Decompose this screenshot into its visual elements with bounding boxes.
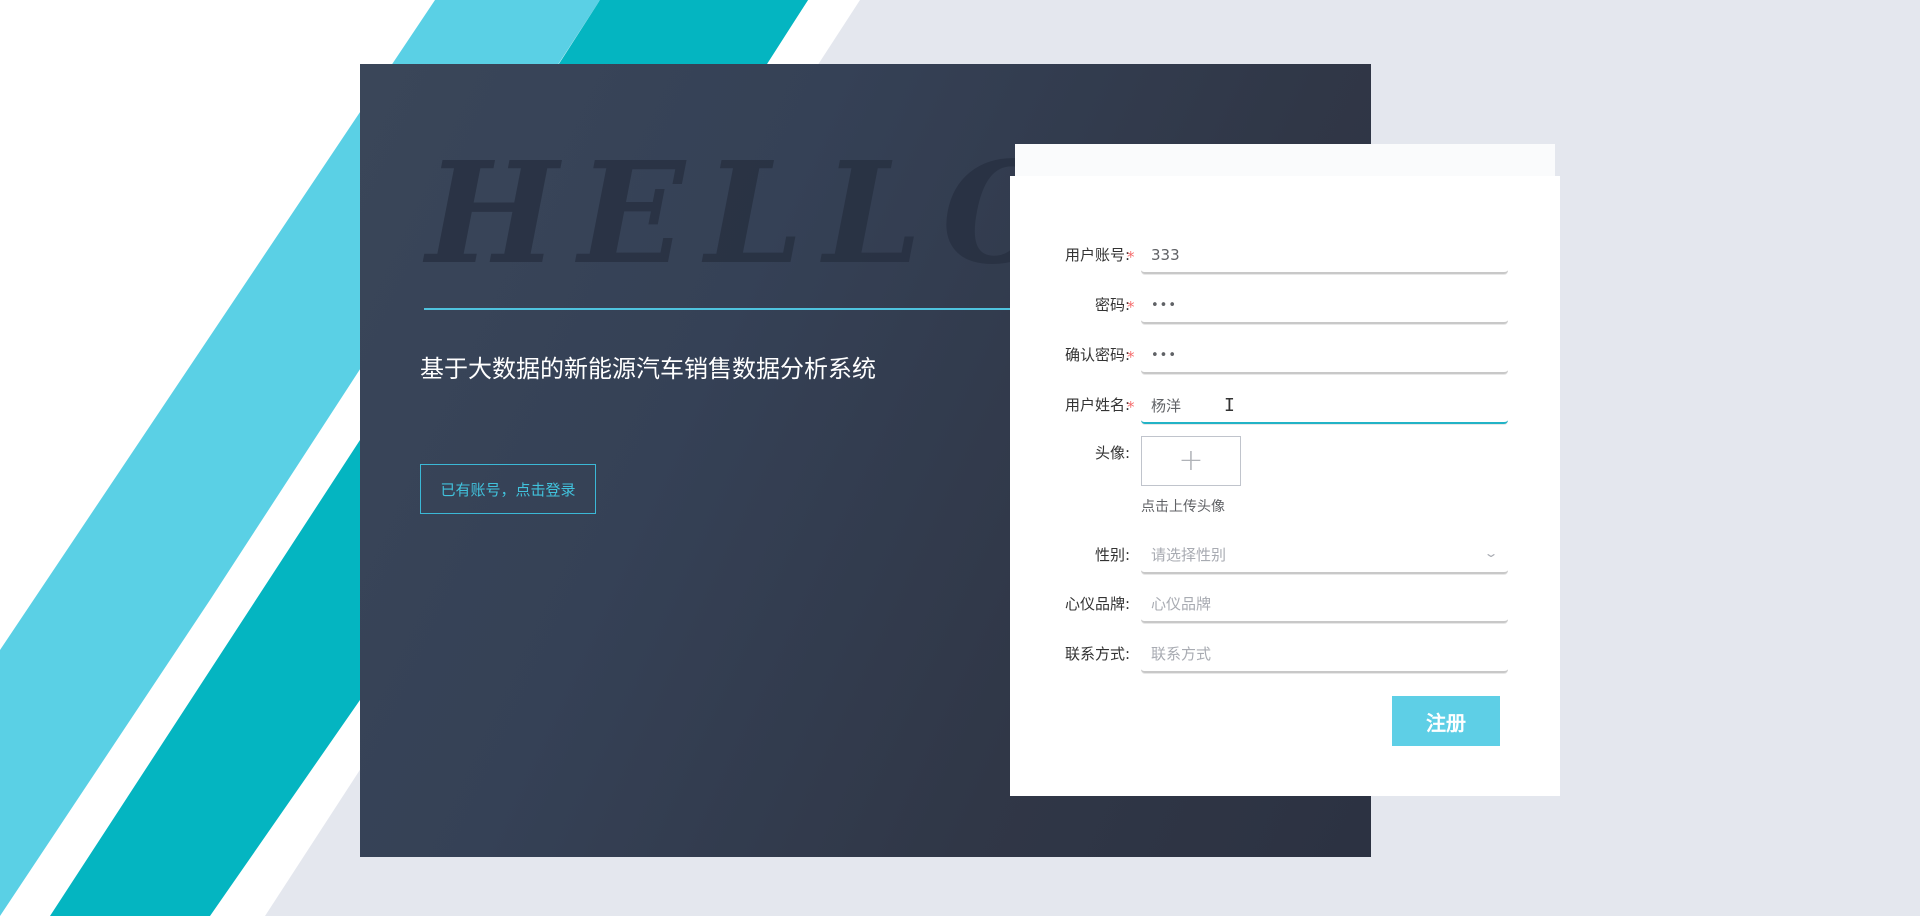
account-row: 用户账号: * xyxy=(1010,238,1560,274)
hello-underline xyxy=(424,308,1034,310)
text-cursor-icon: I xyxy=(1224,395,1235,416)
account-input[interactable] xyxy=(1141,238,1508,274)
register-form: 用户账号: * 密码: * 确认密码: * 用户姓名: * 头像: + 点击上传… xyxy=(1010,176,1560,796)
brand-input[interactable] xyxy=(1141,587,1508,623)
required-star: * xyxy=(1127,248,1135,266)
password-label: 密码: xyxy=(1094,296,1130,314)
confirm-password-row: 确认密码: * xyxy=(1010,338,1560,374)
required-star: * xyxy=(1127,348,1135,366)
contact-input[interactable] xyxy=(1141,637,1508,673)
real-name-input[interactable] xyxy=(1141,388,1508,424)
brand-label: 心仪品牌: xyxy=(1064,595,1130,613)
brand-row: 心仪品牌: xyxy=(1010,587,1560,623)
chevron-down-icon: ⌄ xyxy=(1483,546,1499,560)
confirm-password-input[interactable] xyxy=(1141,338,1508,374)
avatar-upload-tip: 点击上传头像 xyxy=(1141,499,1225,515)
gender-select-input[interactable] xyxy=(1141,538,1508,574)
system-title: 基于大数据的新能源汽车销售数据分析系统 xyxy=(420,355,876,383)
contact-label: 联系方式: xyxy=(1064,645,1130,663)
password-input[interactable] xyxy=(1141,288,1508,324)
avatar-row: 头像: + 点击上传头像 xyxy=(1010,436,1560,536)
required-star: * xyxy=(1127,298,1135,316)
account-label: 用户账号: xyxy=(1064,246,1130,264)
plus-icon: + xyxy=(1178,443,1204,478)
form-card-header xyxy=(1015,144,1555,180)
real-name-label: 用户姓名: xyxy=(1064,396,1130,414)
gender-select[interactable]: ⌄ xyxy=(1141,538,1508,574)
avatar-label: 头像: xyxy=(1094,444,1130,462)
required-star: * xyxy=(1127,398,1135,416)
confirm-password-label: 确认密码: xyxy=(1064,346,1130,364)
gender-label: 性别: xyxy=(1094,546,1130,564)
password-row: 密码: * xyxy=(1010,288,1560,324)
avatar-upload-button[interactable]: + xyxy=(1141,436,1241,486)
gender-row: 性别: ⌄ xyxy=(1010,538,1560,574)
contact-row: 联系方式: xyxy=(1010,637,1560,673)
login-link-button[interactable]: 已有账号，点击登录 xyxy=(420,464,596,514)
register-button[interactable]: 注册 xyxy=(1392,696,1500,746)
hello-watermark: HELLO xyxy=(426,132,1084,296)
real-name-row: 用户姓名: * xyxy=(1010,388,1560,424)
